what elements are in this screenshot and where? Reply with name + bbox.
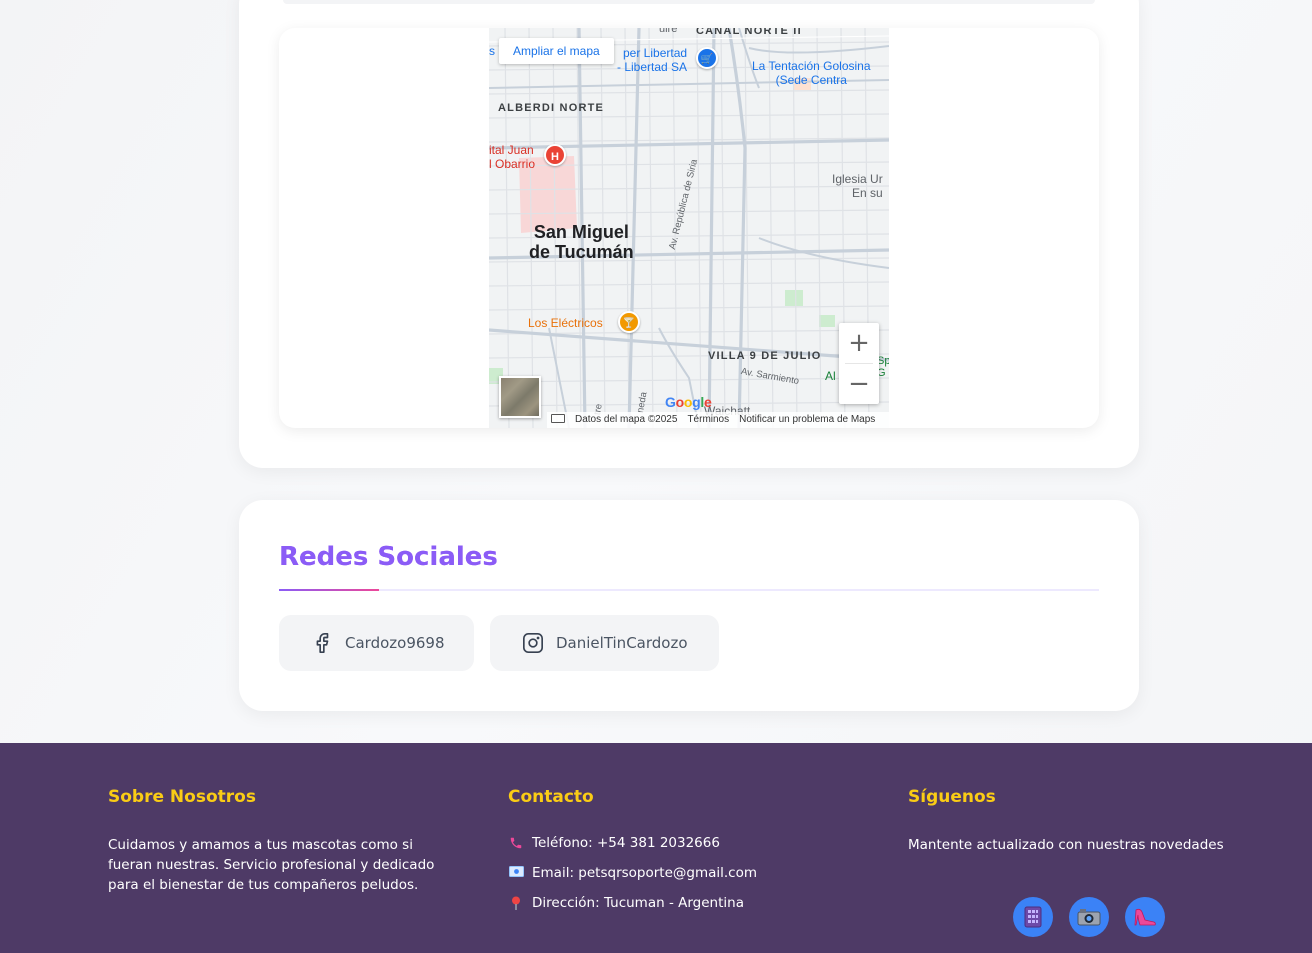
- map-label-alberdi-norte: ALBERDI NORTE: [498, 102, 605, 114]
- hospital-pin-icon[interactable]: H: [544, 144, 566, 166]
- map-data-credit: Datos del mapa ©2025: [575, 414, 678, 425]
- map-label-city: San Miguel de Tucumán: [529, 222, 634, 262]
- contact-email[interactable]: Email: petsqrsoporte@gmail.com: [532, 865, 757, 881]
- keyboard-shortcuts-icon[interactable]: [551, 414, 565, 423]
- map-label-villa-9-julio: VILLA 9 DE JULIO: [708, 350, 822, 362]
- instagram-username: DanielTinCardozo: [556, 634, 688, 652]
- map-label-top: uire: [659, 28, 678, 35]
- expand-map-button[interactable]: Ampliar el mapa: [499, 38, 614, 64]
- zoom-in-button[interactable]: +: [839, 323, 879, 363]
- follow-title: Síguenos: [908, 787, 996, 807]
- park-1: [785, 290, 803, 306]
- contact-email-row: Email: petsqrsoporte@gmail.com: [508, 865, 757, 881]
- social-section-title: Redes Sociales: [279, 542, 498, 572]
- satellite-toggle-button[interactable]: [499, 376, 541, 418]
- contact-phone: Teléfono: +54 381 2032666: [532, 835, 720, 851]
- contact-address-row: Dirección: Tucuman - Argentina: [508, 895, 744, 911]
- heel-icon[interactable]: [1125, 897, 1165, 937]
- report-problem-link[interactable]: Notificar un problema de Maps: [739, 414, 875, 425]
- map-attribution: Datos del mapa ©2025 Términos Notificar un…: [547, 412, 889, 428]
- map-label-tentacion: La Tentación Golosina (Sede Centra: [752, 59, 871, 87]
- title-underline: [279, 589, 1099, 591]
- map-label-al: Al: [825, 369, 836, 383]
- contact-address: Dirección: Tucuman - Argentina: [532, 895, 744, 911]
- phone-app-icon[interactable]: [1013, 897, 1053, 937]
- title-underline-accent: [279, 589, 379, 591]
- google-map[interactable]: uire CANAL NORTE II s per Libertad - Lib…: [489, 28, 889, 428]
- map-label-hospital: ital Juan l Obarrio: [489, 143, 536, 171]
- instagram-icon: [522, 632, 544, 654]
- park-2: [819, 315, 835, 327]
- camera-icon[interactable]: [1069, 897, 1109, 937]
- bar-pin-icon[interactable]: 🍸: [618, 311, 640, 333]
- about-text: Cuidamos y amamos a tus mascotas como si…: [108, 837, 435, 893]
- google-logo: Google: [665, 394, 712, 410]
- about-title: Sobre Nosotros: [108, 787, 256, 807]
- zoom-out-button[interactable]: −: [839, 364, 879, 404]
- previous-card-edge: [283, 0, 1095, 4]
- phone-icon: [508, 836, 524, 850]
- location-pin-icon: [508, 896, 524, 910]
- terms-link[interactable]: Términos: [687, 414, 729, 425]
- zoom-controls: + −: [839, 323, 879, 404]
- map-label-super-libertad: per Libertad - Libertad SA: [617, 46, 688, 74]
- map-label-iglesia: Iglesia Ur En su: [832, 172, 883, 200]
- email-icon: [508, 866, 524, 880]
- contact-phone-row: Teléfono: +54 381 2032666: [508, 835, 720, 851]
- shop-pin-icon[interactable]: 🛒: [696, 47, 718, 69]
- facebook-link-button[interactable]: Cardozo9698: [279, 615, 474, 671]
- facebook-username: Cardozo9698: [345, 634, 445, 652]
- facebook-icon: [311, 632, 333, 654]
- instagram-link-button[interactable]: DanielTinCardozo: [490, 615, 719, 671]
- follow-text: Mantente actualizado con nuestras noveda…: [908, 837, 1224, 853]
- map-label-s: s: [489, 44, 495, 58]
- site-footer: Sobre Nosotros Cuidamos y amamos a tus m…: [0, 743, 1312, 953]
- contact-title: Contacto: [508, 787, 594, 807]
- social-networks-card: Redes Sociales Cardozo9698 DanielTinCard…: [239, 500, 1139, 711]
- map-label-los-electricos: Los Eléctricos: [528, 316, 603, 330]
- map-label-canal-norte: CANAL NORTE II: [696, 28, 802, 37]
